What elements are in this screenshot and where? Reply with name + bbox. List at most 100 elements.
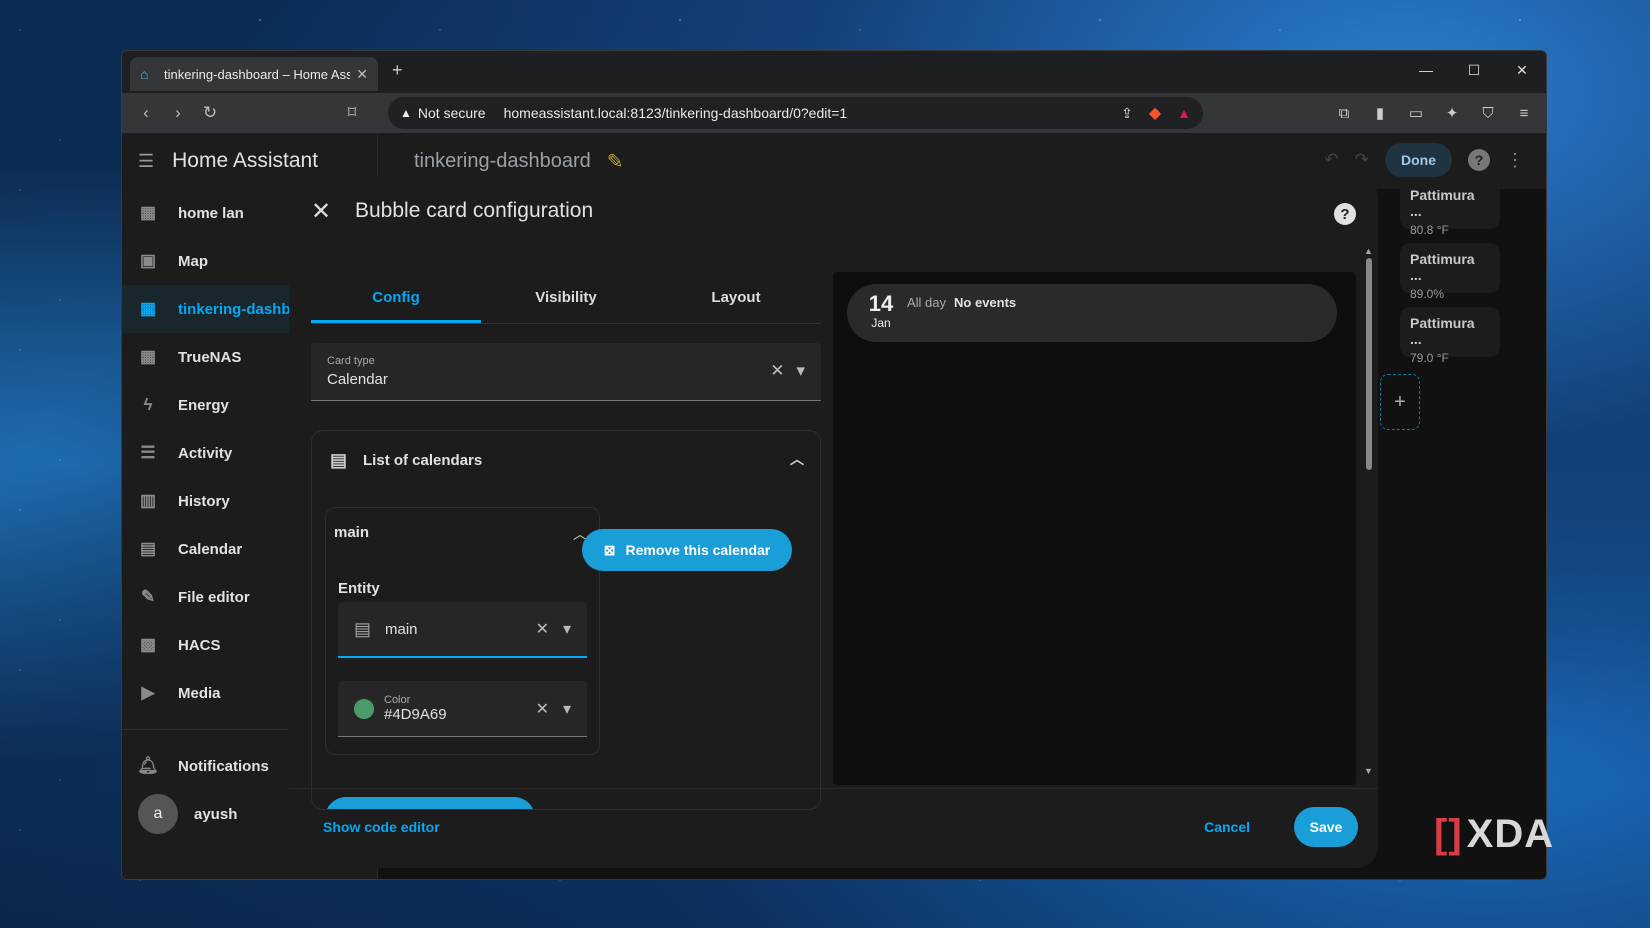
color-picker[interactable]: Color #4D9A69 ✕ ▾ — [338, 681, 587, 737]
tab-config[interactable]: Config — [311, 274, 481, 323]
menu-icon[interactable]: ☰ — [138, 151, 154, 172]
show-code-editor-link[interactable]: Show code editor — [323, 819, 440, 835]
clear-icon[interactable]: ✕ — [536, 699, 549, 719]
reload-icon[interactable]: ↻ — [194, 97, 226, 129]
clear-icon[interactable]: ✕ — [536, 619, 549, 639]
color-swatch — [354, 698, 374, 719]
chart-icon: ▥ — [139, 491, 157, 510]
preview-event: All day No events — [907, 295, 1016, 310]
tab-visibility[interactable]: Visibility — [481, 274, 651, 323]
brave-shield-icon[interactable]: ◆ — [1149, 103, 1161, 123]
clear-icon[interactable]: ✕ — [770, 361, 784, 381]
calendars-section-header[interactable]: ▤ List of calendars ︿ — [312, 431, 820, 489]
browser-extensions: ⧉ ▮ ▭ ✦ ⛉ ≡ — [1330, 97, 1538, 129]
entity-picker[interactable]: ▤ main ✕ ▾ — [338, 602, 587, 658]
preview-date: 14 Jan — [859, 292, 903, 336]
close-window-icon[interactable]: ✕ — [1498, 51, 1546, 89]
security-status[interactable]: Not secure — [418, 105, 486, 121]
chevron-up-icon[interactable]: ︿ — [790, 449, 804, 469]
card-type-select[interactable]: Card type Calendar ✕ ▾ — [311, 343, 821, 401]
xda-bracket-icon: [] — [1434, 812, 1463, 856]
close-icon[interactable]: ✕ — [311, 197, 333, 226]
more-options-icon[interactable]: ⋮ — [1506, 150, 1524, 171]
address-actions: ⇪ ◆ ▲ — [1121, 103, 1191, 123]
tab-title: tinkering-dashboard – Home Assistant — [164, 66, 350, 82]
config-tabs: Config Visibility Layout — [311, 274, 821, 324]
remove-calendar-button[interactable]: ⊠ Remove this calendar — [582, 529, 792, 571]
maximize-icon[interactable]: ☐ — [1450, 51, 1498, 89]
map-icon: ▣ — [139, 251, 157, 270]
cancel-button[interactable]: Cancel — [1204, 819, 1250, 835]
dropdown-arrow-icon[interactable]: ▾ — [796, 361, 805, 381]
help-icon[interactable]: ? — [1468, 149, 1490, 171]
vpn-icon[interactable]: ⛉ — [1474, 97, 1502, 129]
color-controls: ✕ ▾ — [536, 699, 571, 719]
scroll-down-icon[interactable]: ▼ — [1364, 766, 1373, 776]
help-icon[interactable]: ? — [1334, 203, 1356, 225]
leo-icon[interactable]: ✦ — [1438, 97, 1466, 129]
undo-icon[interactable]: ↶ — [1325, 150, 1339, 170]
preview-month: Jan — [871, 316, 891, 330]
minimize-icon[interactable]: — — [1402, 51, 1450, 89]
app-title: Home Assistant — [172, 149, 319, 172]
add-card-placeholder[interactable]: + — [1380, 374, 1420, 430]
lightning-icon: ϟ — [143, 395, 153, 414]
sensor-card[interactable]: Pattimura ... 89.0% — [1400, 243, 1500, 301]
back-icon[interactable]: ‹ — [130, 97, 162, 129]
browser-menu-icon[interactable]: ≡ — [1510, 97, 1538, 129]
sidebar-item-label: File editor — [178, 588, 250, 606]
dashboard-title: tinkering-dashboard — [414, 149, 591, 172]
preview-all-day: All day — [907, 295, 947, 310]
share-icon[interactable]: ⇪ — [1121, 105, 1133, 122]
sensor-card[interactable]: Pattimura ... 79.0 °F — [1400, 307, 1500, 365]
screenshot-icon[interactable]: ⧉ — [1330, 97, 1358, 129]
forward-icon[interactable]: › — [162, 97, 194, 129]
hacs-icon: ▩ — [139, 635, 157, 654]
sensor-name: Pattimura ... — [1410, 315, 1475, 347]
dashboard-icon: ▦ — [139, 299, 157, 318]
redo-icon[interactable]: ↷ — [1355, 150, 1369, 170]
sensor-card[interactable]: Pattimura ... 80.8 °F — [1400, 179, 1500, 237]
entity-controls: ✕ ▾ — [536, 619, 571, 639]
dialog-title: Bubble card configuration — [355, 199, 594, 222]
url-text[interactable]: homeassistant.local:8123/tinkering-dashb… — [504, 105, 1122, 121]
calendar-preview-card[interactable]: 14 Jan All day No events — [847, 284, 1337, 342]
close-tab-icon[interactable]: ✕ — [356, 66, 368, 83]
dropdown-arrow-icon[interactable]: ▾ — [563, 619, 571, 639]
sensor-name: Pattimura ... — [1410, 251, 1475, 283]
calendar-icon: ▤ — [330, 449, 348, 470]
dropdown-arrow-icon[interactable]: ▾ — [563, 699, 571, 719]
sensor-value: 79.0 °F — [1410, 351, 1449, 365]
bookmark-icon[interactable]: ⌑ — [336, 97, 368, 129]
brave-rewards-icon[interactable]: ▲ — [1177, 105, 1191, 121]
tab-strip: ⌂ tinkering-dashboard – Home Assistant ✕… — [122, 51, 1546, 93]
entity-label: Entity — [338, 580, 380, 597]
calendar-entry-title[interactable]: main — [334, 524, 369, 541]
save-button[interactable]: Save — [1294, 807, 1358, 847]
sidebar-toggle-icon[interactable]: ▮ — [1366, 97, 1394, 129]
sidebar-item-label: History — [178, 492, 230, 510]
calendars-section: ▤ List of calendars ︿ main ︿ Entity ▤ ma… — [311, 430, 821, 810]
color-label: Color — [384, 694, 411, 706]
warning-icon: ▲ — [400, 106, 412, 120]
window-controls: — ☐ ✕ — [1402, 51, 1546, 89]
scroll-thumb[interactable] — [1366, 258, 1372, 470]
dialog-scrollbar[interactable]: ▲ ▼ — [1364, 246, 1374, 776]
card-preview: 14 Jan All day No events — [833, 272, 1356, 785]
browser-tab[interactable]: ⌂ tinkering-dashboard – Home Assistant ✕ — [130, 57, 378, 91]
edit-pencil-icon[interactable]: ✎ — [607, 149, 624, 174]
color-field-text: Color #4D9A69 — [384, 694, 536, 723]
header-actions: ↶ ↷ Done ? ⋮ — [1325, 143, 1524, 177]
calendar-remove-icon: ⊠ — [603, 541, 616, 558]
scroll-up-icon[interactable]: ▲ — [1364, 246, 1373, 256]
done-button[interactable]: Done — [1385, 143, 1452, 177]
sidebar-item-label: HACS — [178, 636, 221, 654]
dashboard-icon: ▦ — [139, 203, 157, 222]
avatar: a — [138, 794, 178, 834]
tab-layout[interactable]: Layout — [651, 274, 821, 323]
sidebar-item-label: Map — [178, 252, 208, 270]
preview-event-text: No events — [954, 295, 1017, 310]
wallet-icon[interactable]: ▭ — [1402, 97, 1430, 129]
new-tab-icon[interactable]: + — [392, 60, 403, 81]
address-bar[interactable]: ▲ Not secure homeassistant.local:8123/ti… — [388, 97, 1203, 129]
